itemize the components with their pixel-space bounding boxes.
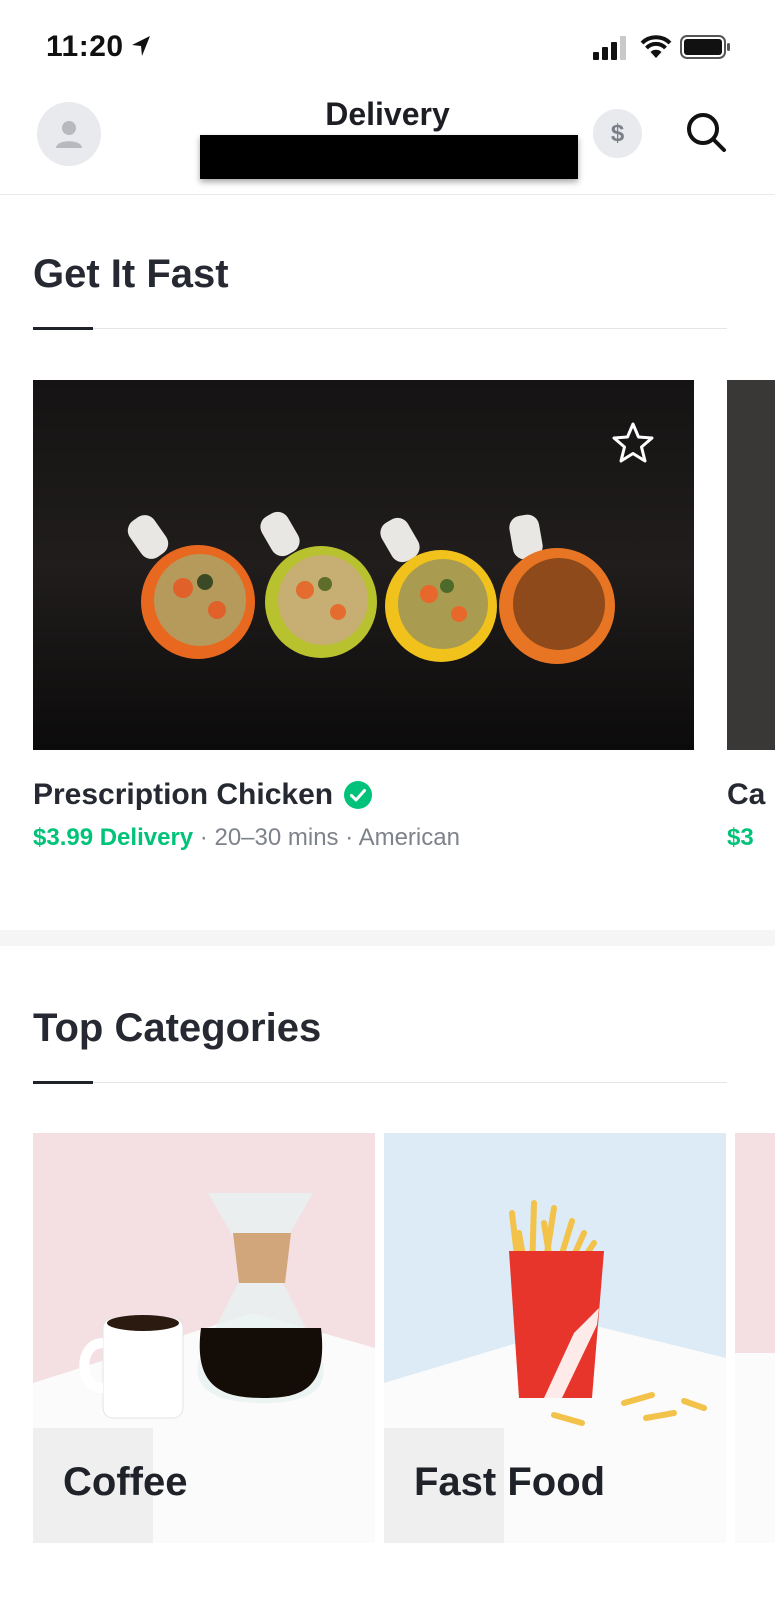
wifi-icon: [640, 35, 672, 58]
address-selector-redacted[interactable]: [200, 135, 578, 179]
store-cuisine: American: [358, 824, 460, 851]
app-header: Delivery $: [0, 90, 775, 195]
dollar-button[interactable]: $: [593, 109, 642, 158]
store-image[interactable]: [33, 380, 694, 750]
favorite-star-icon[interactable]: [610, 420, 656, 466]
signal-icon: [593, 36, 626, 60]
section-divider: [33, 1082, 727, 1083]
delivery-fee: $3.99 Delivery: [33, 824, 194, 851]
category-label: Fast Food: [414, 1460, 606, 1504]
delivery-eta: 20–30 mins: [214, 824, 339, 851]
location-arrow-icon: [132, 36, 150, 56]
next-store-fee: $3: [727, 824, 754, 851]
verified-check-icon: [344, 781, 372, 809]
section-divider-accent: [33, 1081, 93, 1084]
section-divider: [33, 328, 727, 329]
dollar-icon: $: [610, 119, 625, 147]
next-category-tile[interactable]: [735, 1133, 775, 1543]
status-bar: 11:20: [0, 0, 775, 90]
category-tile-fast-food[interactable]: Fast Food: [384, 1133, 726, 1543]
battery-icon: [680, 35, 730, 59]
page-title: Delivery: [325, 96, 450, 132]
section-title-top-categories: Top Categories: [33, 1006, 322, 1050]
meta-separator: ·: [345, 824, 359, 851]
section-title-get-it-fast: Get It Fast: [33, 252, 229, 296]
category-tile-coffee[interactable]: Coffee: [33, 1133, 375, 1543]
store-name[interactable]: Prescription Chicken: [33, 778, 333, 812]
status-time: 11:20: [46, 30, 124, 63]
category-label: Coffee: [63, 1460, 188, 1504]
next-store-name[interactable]: Ca: [727, 778, 765, 812]
section-divider-accent: [33, 327, 93, 330]
section-separator: [0, 930, 775, 946]
store-meta: $3.99 Delivery · 20–30 mins · American: [33, 824, 460, 852]
meta-separator: ·: [199, 824, 215, 851]
search-icon[interactable]: [684, 110, 728, 154]
soup-bowls-photo: [33, 380, 694, 750]
next-category-photo: [735, 1353, 775, 1543]
next-store-image[interactable]: [727, 380, 775, 750]
